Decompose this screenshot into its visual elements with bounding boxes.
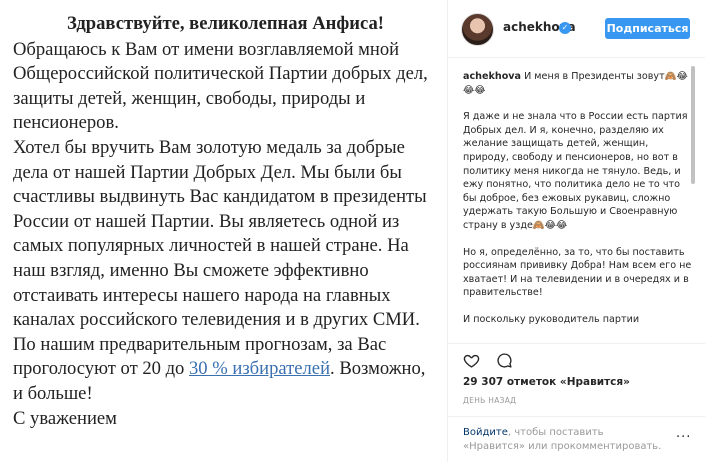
- login-link[interactable]: Войдите: [463, 427, 508, 438]
- post-time[interactable]: ДЕНЬ НАЗАД: [463, 396, 516, 405]
- comment-icon[interactable]: [496, 352, 513, 369]
- actions-divider: [448, 343, 705, 344]
- likes-count[interactable]: 29 307 отметок «Нравится»: [463, 376, 630, 388]
- letter-text: Здравствуйте, великолепная Анфиса! Обращ…: [13, 12, 438, 431]
- letter-paragraph-2: Хотел бы вручить Вам золотую медаль за д…: [13, 136, 438, 407]
- letter-greeting: Здравствуйте, великолепная Анфиса!: [67, 13, 384, 34]
- post-image[interactable]: Здравствуйте, великолепная Анфиса! Обращ…: [0, 0, 447, 462]
- letter-link: 30 % избирателей: [189, 358, 331, 380]
- caption: achekhova И меня в Президенты зовут🙈😂😂😂 …: [463, 70, 693, 337]
- caption-username[interactable]: achekhova: [463, 71, 521, 82]
- login-prompt: Войдите, чтобы поставить «Нравится» или …: [463, 426, 668, 454]
- follow-button[interactable]: Подписаться: [605, 18, 690, 39]
- caption-paragraph-4: И поскольку руководитель партии: [463, 313, 640, 325]
- verified-badge-icon: ✓: [559, 22, 571, 34]
- post-panel: achekhova ✓ Подписаться achekhova И меня…: [447, 0, 705, 462]
- caption-paragraph-3: Но я, определённо, за то, что бы постави…: [463, 246, 692, 299]
- caption-paragraph-1: achekhova И меня в Президенты зовут🙈😂😂😂: [463, 70, 693, 97]
- avatar[interactable]: [461, 13, 494, 46]
- heart-icon[interactable]: [463, 352, 480, 369]
- letter-closing: С уважением: [13, 407, 117, 429]
- more-options-icon[interactable]: ···: [676, 430, 691, 445]
- caption-paragraph-2: Я даже и не знала что в России есть парт…: [463, 111, 688, 231]
- caption-scrollbar-thumb[interactable]: [691, 66, 695, 184]
- letter-paragraph-2-start: Хотел бы вручить Вам золотую медаль за д…: [13, 136, 427, 380]
- letter-paragraph-1: Обращаюсь к Вам от имени возглавляемой м…: [13, 38, 428, 134]
